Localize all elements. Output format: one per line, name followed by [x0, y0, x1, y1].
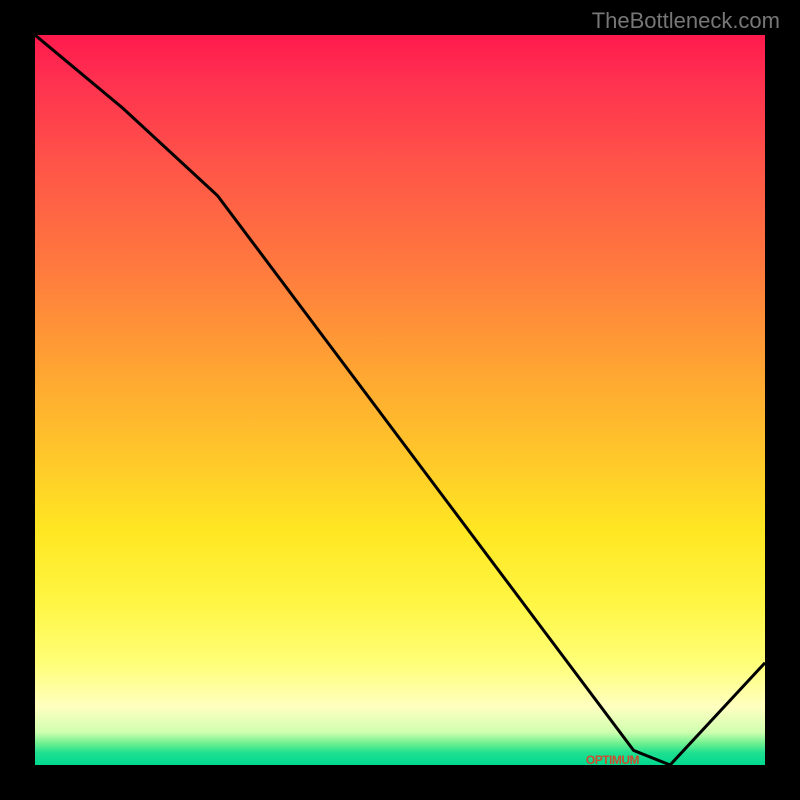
chart-line-svg: [35, 35, 765, 765]
optimum-annotation: OPTIMUM: [586, 753, 639, 765]
bottleneck-curve-path: [35, 35, 765, 765]
watermark-text: TheBottleneck.com: [592, 8, 780, 34]
chart-plot-area: OPTIMUM: [35, 35, 765, 765]
